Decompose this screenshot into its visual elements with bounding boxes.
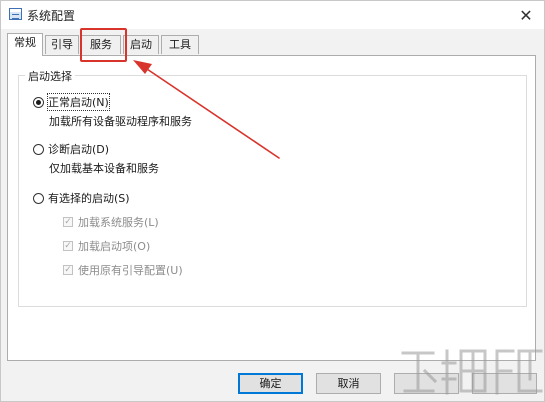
tab-boot[interactable]: 引导 bbox=[45, 35, 79, 54]
load-system-services-label: 加载系统服务(L) bbox=[78, 216, 159, 229]
tab-services[interactable]: 服务 bbox=[81, 35, 121, 54]
checkbox-checked-icon: ✓ bbox=[63, 241, 73, 251]
selective-startup-label: 有选择的启动(S) bbox=[48, 192, 130, 205]
diagnostic-startup-label: 诊断启动(D) bbox=[48, 143, 110, 156]
apply-button[interactable] bbox=[394, 373, 459, 394]
load-startup-items-checkbox[interactable]: ✓ 加载启动项(O) bbox=[63, 238, 150, 254]
load-system-services-checkbox[interactable]: ✓ 加载系统服务(L) bbox=[63, 214, 159, 230]
diagnostic-startup-description: 仅加载基本设备和服务 bbox=[49, 162, 159, 175]
ok-button[interactable]: 确定 bbox=[238, 373, 303, 394]
close-icon: ✕ bbox=[519, 5, 533, 25]
title-bar: 系统配置 ✕ bbox=[1, 1, 544, 29]
tab-boot-label: 引导 bbox=[51, 38, 73, 51]
tab-general[interactable]: 常规 bbox=[7, 33, 43, 56]
checkbox-checked-icon: ✓ bbox=[63, 217, 73, 227]
use-original-boot-config-label: 使用原有引导配置(U) bbox=[78, 264, 183, 277]
normal-startup-radio[interactable]: 正常启动(N) bbox=[33, 93, 110, 111]
tab-services-label: 服务 bbox=[90, 38, 112, 51]
ok-button-label: 确定 bbox=[259, 377, 282, 390]
normal-startup-description: 加载所有设备驱动程序和服务 bbox=[49, 115, 192, 128]
tab-tools[interactable]: 工具 bbox=[161, 35, 199, 54]
diagnostic-startup-radio[interactable]: 诊断启动(D) bbox=[33, 141, 109, 157]
load-startup-items-label: 加载启动项(O) bbox=[78, 240, 151, 253]
system-config-app-icon bbox=[9, 8, 22, 20]
use-original-boot-config-checkbox[interactable]: ✓ 使用原有引导配置(U) bbox=[63, 262, 183, 278]
system-config-window: 系统配置 ✕ 常规 引导 服务 启动 工具 启动选择 正常启动(N) 加载所有设… bbox=[0, 0, 545, 402]
radio-unselected-icon bbox=[33, 143, 44, 155]
normal-startup-label: 正常启动(N) bbox=[47, 93, 110, 111]
close-button[interactable]: ✕ bbox=[508, 1, 544, 29]
startup-selection-group: 启动选择 正常启动(N) 加载所有设备驱动程序和服务 诊断启动(D) 仅加载基本… bbox=[18, 68, 527, 307]
tab-tools-label: 工具 bbox=[169, 38, 191, 51]
tab-startup-label: 启动 bbox=[130, 38, 152, 51]
selective-startup-radio[interactable]: 有选择的启动(S) bbox=[33, 190, 130, 206]
tab-startup[interactable]: 启动 bbox=[123, 35, 159, 54]
startup-selection-legend: 启动选择 bbox=[25, 68, 75, 84]
checkbox-checked-icon: ✓ bbox=[63, 265, 73, 275]
radio-unselected-icon bbox=[33, 192, 44, 204]
cancel-button[interactable]: 取消 bbox=[316, 373, 381, 394]
radio-selected-icon bbox=[33, 96, 44, 108]
general-tab-panel: 启动选择 正常启动(N) 加载所有设备驱动程序和服务 诊断启动(D) 仅加载基本… bbox=[7, 55, 536, 361]
help-button[interactable] bbox=[472, 373, 537, 394]
window-title: 系统配置 bbox=[27, 9, 76, 23]
tab-general-label: 常规 bbox=[14, 36, 36, 49]
cancel-button-label: 取消 bbox=[337, 377, 360, 390]
